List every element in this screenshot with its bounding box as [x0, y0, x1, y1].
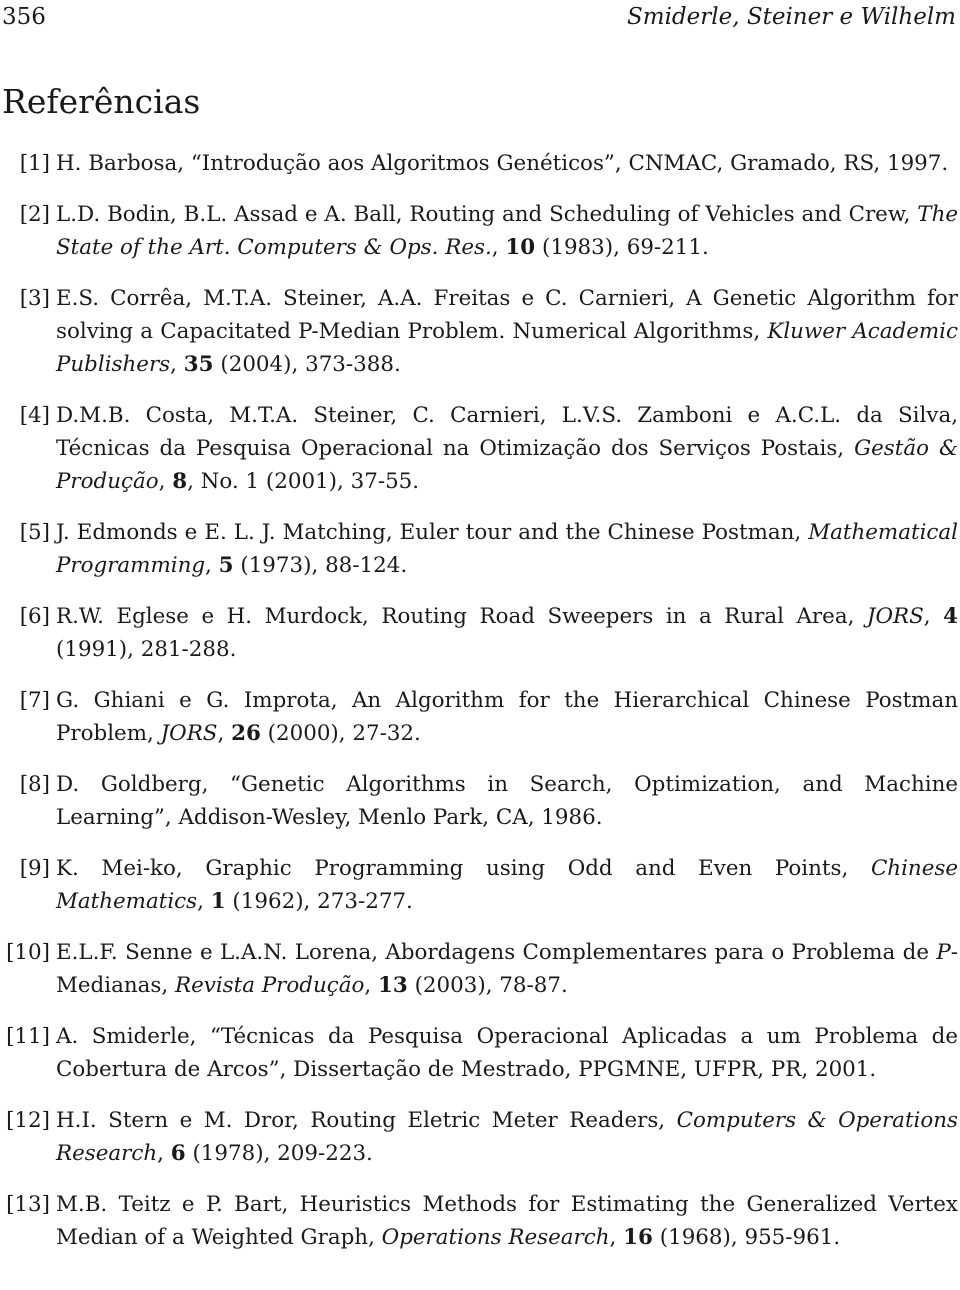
- reference-segment-text: (1991), 281-288.: [56, 637, 237, 662]
- reference-text: K. Mei-ko, Graphic Programming using Odd…: [56, 856, 958, 914]
- reference-label: [4]: [19, 403, 50, 428]
- reference-item: [8] D. Goldberg, “Genetic Algorithms in …: [0, 768, 958, 834]
- reference-item: [12] H.I. Stern e M. Dror, Routing Eletr…: [0, 1104, 958, 1170]
- reference-volume-text: 1: [210, 889, 226, 914]
- page-number: 356: [2, 4, 46, 30]
- reference-item: [10] E.L.F. Senne e L.A.N. Lorena, Abord…: [0, 936, 958, 1002]
- reference-item: [5] J. Edmonds e E. L. J. Matching, Eule…: [0, 516, 958, 582]
- reference-text: H.I. Stern e M. Dror, Routing Eletric Me…: [56, 1108, 958, 1166]
- reference-volume-text: 35: [183, 352, 214, 377]
- reference-label: [7]: [19, 688, 50, 713]
- reference-segment-text: ,: [205, 553, 219, 578]
- reference-segment-text: ,: [364, 973, 378, 998]
- reference-label: [11]: [6, 1024, 50, 1049]
- reference-segment-text: H.I. Stern e M. Dror, Routing Eletric Me…: [56, 1108, 677, 1133]
- reference-label: [8]: [19, 772, 50, 797]
- reference-label: [2]: [19, 202, 50, 227]
- reference-label: [6]: [19, 604, 50, 629]
- reference-segment-text: L.D. Bodin, B.L. Assad e A. Ball, Routin…: [56, 202, 918, 227]
- reference-text: J. Edmonds e E. L. J. Matching, Euler to…: [56, 520, 958, 578]
- reference-segment-text: ,: [217, 721, 232, 746]
- reference-label: [12]: [6, 1108, 50, 1133]
- reference-volume-text: 16: [623, 1225, 653, 1250]
- reference-label: [10]: [6, 940, 50, 965]
- reference-label: [5]: [19, 520, 50, 545]
- reference-item: [2] L.D. Bodin, B.L. Assad e A. Ball, Ro…: [0, 198, 958, 264]
- reference-label: [13]: [6, 1192, 50, 1217]
- reference-segment-text: (1983), 69-211.: [535, 235, 709, 260]
- reference-segment-text: D.M.B. Costa, M.T.A. Steiner, C. Carnier…: [56, 403, 958, 461]
- reference-text: H. Barbosa, “Introdução aos Algoritmos G…: [56, 151, 948, 176]
- reference-segment-text: K. Mei-ko, Graphic Programming using Odd…: [56, 856, 871, 881]
- reference-segment-text: (2000), 27-32.: [260, 721, 421, 746]
- reference-venue-text: P: [936, 940, 951, 965]
- reference-venue-text: JORS: [160, 721, 218, 746]
- reference-text: R.W. Eglese e H. Murdock, Routing Road S…: [56, 604, 958, 662]
- reference-volume-text: 4: [943, 604, 958, 629]
- reference-text: L.D. Bodin, B.L. Assad e A. Ball, Routin…: [56, 202, 958, 260]
- reference-segment-text: ,: [491, 235, 506, 260]
- reference-item: [6] R.W. Eglese e H. Murdock, Routing Ro…: [0, 600, 958, 666]
- reference-segment-text: ,: [923, 604, 944, 629]
- reference-segment-text: ,: [170, 352, 184, 377]
- reference-item: [7] G. Ghiani e G. Improta, An Algorithm…: [0, 684, 958, 750]
- reference-text: G. Ghiani e G. Improta, An Algorithm for…: [56, 688, 958, 746]
- reference-segment-text: H. Barbosa, “Introdução aos Algoritmos G…: [56, 151, 949, 176]
- reference-segment-text: (2004), 373-388.: [213, 352, 401, 377]
- reference-segment-text: A. Smiderle, “Técnicas da Pesquisa Opera…: [56, 1024, 958, 1082]
- reference-item: [4] D.M.B. Costa, M.T.A. Steiner, C. Car…: [0, 399, 958, 498]
- reference-segment-text: ,: [197, 889, 211, 914]
- reference-text: D.M.B. Costa, M.T.A. Steiner, C. Carnier…: [56, 403, 958, 494]
- running-title: Smiderle, Steiner e Wilhelm: [627, 4, 956, 30]
- reference-label: [9]: [19, 856, 50, 881]
- reference-item: [11] A. Smiderle, “Técnicas da Pesquisa …: [0, 1020, 958, 1086]
- reference-volume-text: 5: [218, 553, 234, 578]
- reference-text: A. Smiderle, “Técnicas da Pesquisa Opera…: [56, 1024, 958, 1082]
- reference-volume-text: 6: [170, 1141, 186, 1166]
- reference-text: E.L.F. Senne e L.A.N. Lorena, Abordagens…: [56, 940, 958, 998]
- reference-segment-text: ,: [158, 469, 173, 494]
- reference-segment-text: ,: [609, 1225, 624, 1250]
- reference-segment-text: ,: [157, 1141, 171, 1166]
- reference-volume-text: 8: [172, 469, 188, 494]
- reference-segment-text: (1973), 88-124.: [233, 553, 408, 578]
- reference-segment-text: (1962), 273-277.: [225, 889, 413, 914]
- reference-item: [1] H. Barbosa, “Introdução aos Algoritm…: [0, 147, 958, 180]
- reference-segment-text: J. Edmonds e E. L. J. Matching, Euler to…: [56, 520, 809, 545]
- reference-list: [1] H. Barbosa, “Introdução aos Algoritm…: [0, 147, 958, 1254]
- reference-segment-text: (2003), 78-87.: [407, 973, 568, 998]
- reference-venue-text: Operations Research: [381, 1225, 610, 1250]
- reference-item: [13] M.B. Teitz e P. Bart, Heuristics Me…: [0, 1188, 958, 1254]
- reference-text: E.S. Corrêa, M.T.A. Steiner, A.A. Freita…: [56, 286, 958, 377]
- reference-segment-text: (1978), 209-223.: [185, 1141, 373, 1166]
- reference-segment-text: R.W. Eglese e H. Murdock, Routing Road S…: [56, 604, 867, 629]
- reference-label: [1]: [19, 151, 50, 176]
- reference-item: [3] E.S. Corrêa, M.T.A. Steiner, A.A. Fr…: [0, 282, 958, 381]
- reference-venue-text: Revista Produção: [174, 973, 365, 998]
- running-header: 356 Smiderle, Steiner e Wilhelm: [2, 0, 956, 34]
- reference-segment-text: D. Goldberg, “Genetic Algorithms in Sear…: [56, 772, 958, 830]
- reference-volume-text: 10: [505, 235, 536, 260]
- reference-segment-text: , No. 1 (2001), 37-55.: [187, 469, 420, 494]
- reference-volume-text: 13: [377, 973, 408, 998]
- reference-venue-text: JORS: [866, 604, 924, 629]
- reference-segment-text: E.L.F. Senne e L.A.N. Lorena, Abordagens…: [56, 940, 937, 965]
- reference-segment-text: (1968), 955-961.: [652, 1225, 841, 1250]
- reference-label: [3]: [19, 286, 50, 311]
- reference-text: D. Goldberg, “Genetic Algorithms in Sear…: [56, 772, 958, 830]
- document-page: 356 Smiderle, Steiner e Wilhelm Referênc…: [0, 0, 960, 1290]
- reference-text: M.B. Teitz e P. Bart, Heuristics Methods…: [56, 1192, 958, 1250]
- section-title: Referências: [2, 82, 201, 121]
- reference-item: [9] K. Mei-ko, Graphic Programming using…: [0, 852, 958, 918]
- reference-volume-text: 26: [231, 721, 261, 746]
